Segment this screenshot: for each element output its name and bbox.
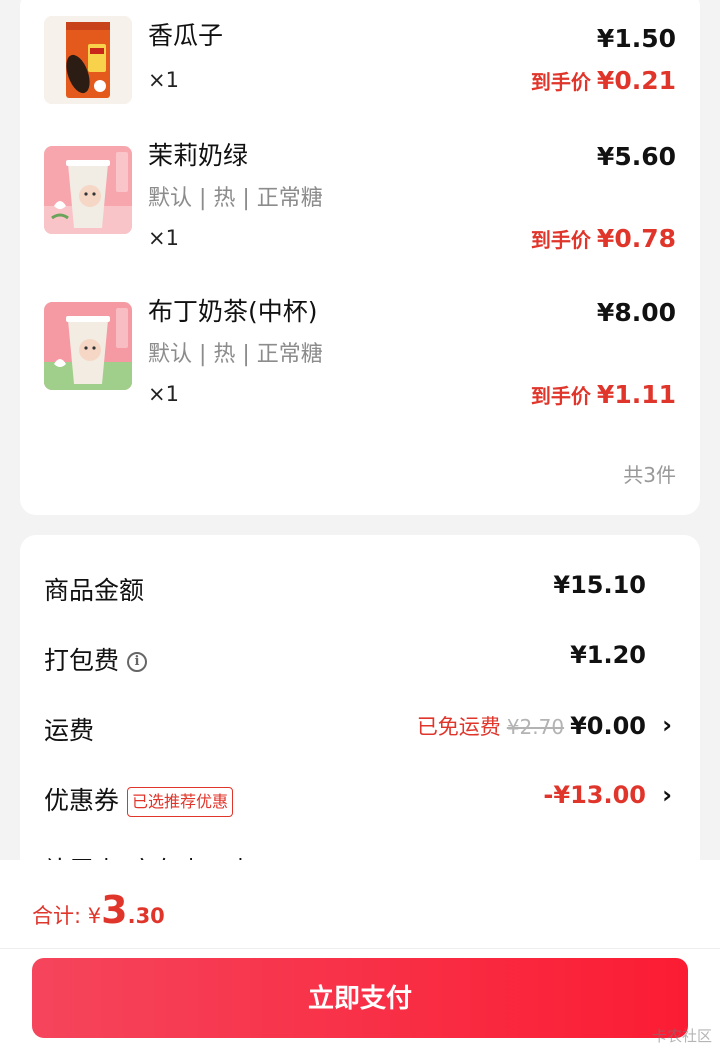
packing-fee-value: ¥1.20	[570, 641, 646, 669]
product-quantity: ×1	[148, 382, 179, 406]
product-quantity: ×1	[148, 226, 179, 250]
pay-now-button[interactable]: 立即支付	[32, 958, 688, 1038]
shipping-fee-value-wrap: 已免运费 ¥2.70 ¥0.00	[417, 711, 646, 741]
checkout-bar: 合计: ¥3.30 立即支付 卡农社区	[0, 860, 720, 1062]
goods-amount-label: 商品金额	[44, 576, 145, 605]
order-total: 合计: ¥3.30	[32, 888, 165, 932]
final-price-label: 到手价	[530, 228, 591, 252]
product-image-sunflower-seeds	[44, 16, 132, 104]
chevron-right-icon[interactable]: ›	[662, 781, 672, 809]
final-price-label: 到手价	[530, 70, 591, 94]
product-price: ¥1.50	[596, 24, 676, 53]
packing-fee-row: 打包费 i ¥1.20	[20, 631, 700, 681]
product-spec: 默认 | 热 | 正常糖	[148, 186, 323, 211]
product-image-pudding-milk-tea	[44, 302, 132, 390]
product-price: ¥5.60	[596, 142, 676, 171]
product-price: ¥8.00	[596, 298, 676, 327]
shipping-fee-value: ¥0.00	[570, 712, 646, 740]
goods-amount-row: 商品金额 ¥15.10	[20, 561, 700, 611]
item-count: 共3件	[623, 463, 676, 487]
divider	[0, 948, 720, 949]
shipping-fee-label: 运费	[44, 716, 95, 745]
product-name: 茉莉奶绿	[148, 141, 249, 170]
final-price-label: 到手价	[530, 384, 591, 408]
final-price-value: ¥0.21	[596, 66, 676, 95]
list-item[interactable]: 布丁奶茶(中杯) 默认 | 热 | 正常糖 ×1 ¥8.00 到手价 ¥1.11	[20, 297, 700, 452]
product-name: 布丁奶茶(中杯)	[148, 297, 318, 326]
product-spec: 默认 | 热 | 正常糖	[148, 342, 323, 367]
total-currency: ¥	[87, 904, 102, 928]
product-image-jasmine-milk-green	[44, 146, 132, 234]
total-integer: 3	[101, 888, 128, 932]
final-price-value: ¥1.11	[596, 380, 676, 409]
packing-fee-label-wrap: 打包费 i	[44, 641, 148, 677]
product-name: 香瓜子	[148, 21, 224, 50]
info-icon[interactable]: i	[127, 652, 148, 672]
coupon-label: 优惠券	[44, 786, 120, 815]
product-quantity: ×1	[148, 68, 179, 92]
order-items-card: 香瓜子 ×1 ¥1.50 到手价 ¥0.21 茉莉奶绿 默认 | 热 | 正常糖 …	[20, 0, 700, 515]
product-final-price: 到手价 ¥0.78	[531, 224, 676, 253]
total-decimal: .30	[127, 904, 165, 928]
packing-fee-label: 打包费	[44, 646, 120, 675]
coupon-value: -¥13.00	[543, 781, 646, 809]
original-shipping-price: ¥2.70	[506, 715, 565, 739]
watermark: 卡农社区	[651, 1027, 712, 1045]
chevron-right-icon[interactable]: ›	[662, 711, 672, 739]
coupon-label-wrap: 优惠券 已选推荐优惠	[44, 781, 234, 817]
shipping-fee-row[interactable]: 运费 已免运费 ¥2.70 ¥0.00 ›	[20, 701, 700, 751]
product-final-price: 到手价 ¥0.21	[531, 66, 676, 95]
list-item[interactable]: 香瓜子 ×1 ¥1.50 到手价 ¥0.21	[20, 0, 700, 140]
free-shipping-text: 已免运费	[416, 715, 501, 739]
coupon-row[interactable]: 优惠券 已选推荐优惠 -¥13.00 ›	[20, 771, 700, 821]
total-label: 合计:	[32, 904, 82, 928]
goods-amount-value: ¥15.10	[553, 571, 646, 599]
final-price-value: ¥0.78	[596, 224, 676, 253]
list-item[interactable]: 茉莉奶绿 默认 | 热 | 正常糖 ×1 ¥5.60 到手价 ¥0.78	[20, 141, 700, 296]
coupon-recommended-tag: 已选推荐优惠	[127, 787, 234, 817]
product-final-price: 到手价 ¥1.11	[531, 380, 676, 409]
